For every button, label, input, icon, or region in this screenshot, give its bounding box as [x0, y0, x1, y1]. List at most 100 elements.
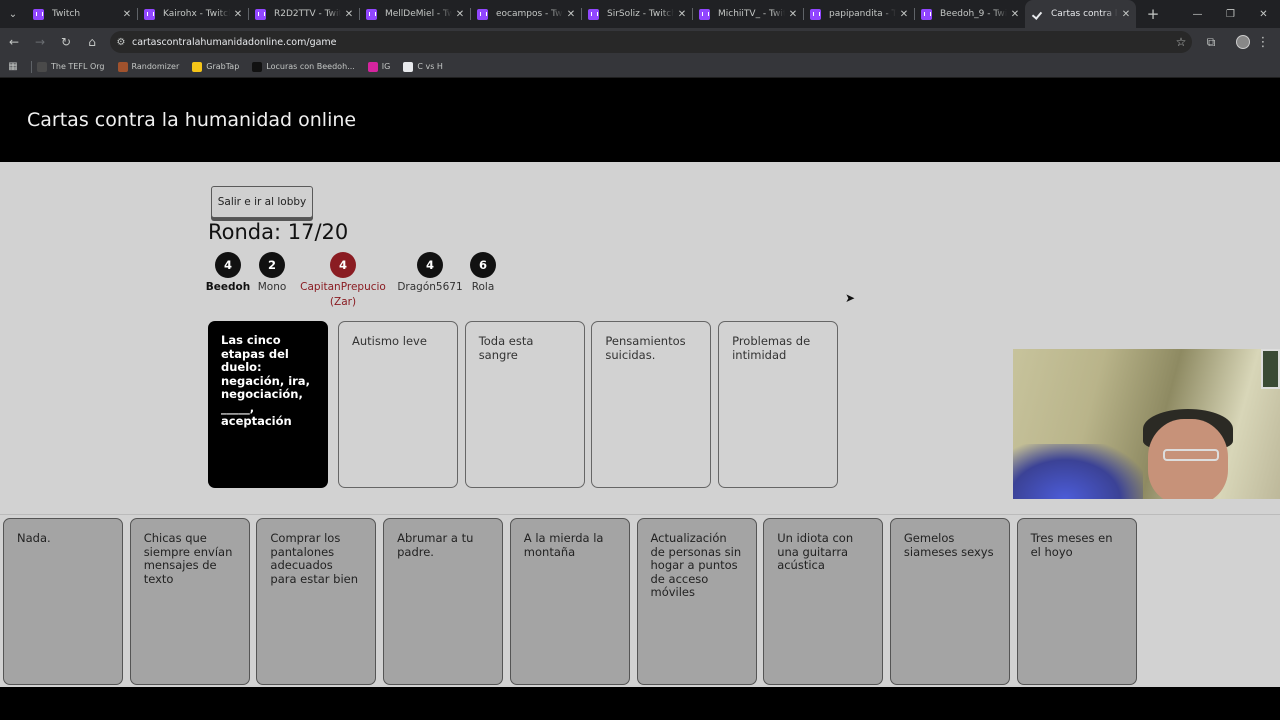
hand-divider [0, 514, 1280, 515]
player-name: Rola [471, 281, 495, 293]
url-text[interactable]: cartascontralahumanidadonline.com/game [132, 37, 1170, 48]
bookmark-favicon-icon [403, 61, 414, 72]
twitch-icon [33, 8, 44, 20]
played-white-card[interactable]: Toda esta sangre [464, 321, 585, 488]
bookmarks-divider [31, 60, 32, 73]
twitch-icon [699, 8, 710, 20]
tab-close-icon[interactable]: ✕ [1118, 9, 1134, 20]
bookmark-item[interactable]: IG [367, 61, 391, 72]
tab-close-icon[interactable]: ✕ [896, 9, 912, 20]
player: 6 Rola [470, 252, 496, 295]
forward-icon[interactable]: → [28, 30, 52, 54]
hand-white-card[interactable]: Actualización de personas sin hogar a pu… [636, 518, 757, 685]
tab-title: SirSoliz - Twitch [607, 9, 674, 19]
player-name: Mono [257, 281, 287, 293]
bookmark-label: IG [381, 62, 391, 71]
browser-tab[interactable]: SirSoliz - Twitch ✕ [581, 0, 692, 28]
tab-close-icon[interactable]: ✕ [785, 9, 801, 20]
twitch-icon [366, 8, 377, 20]
tab-title: R2D2TTV - Twitch [274, 9, 341, 19]
bookmark-favicon-icon [367, 61, 378, 72]
game-area: Salir e ir al lobby Ronda: 17/20 4 Beedoh… [0, 162, 1280, 687]
twitch-icon [588, 8, 599, 20]
hand-white-card[interactable]: Chicas que siempre envían mensajes de te… [129, 518, 250, 685]
black-card: Las cinco etapas del duelo: negación, ir… [208, 321, 328, 488]
round-counter: Ronda: 17/20 [208, 220, 349, 244]
bookmark-item[interactable]: Locuras con Beedoh... [252, 61, 355, 72]
minimize-icon[interactable]: — [1181, 9, 1214, 20]
browser-tab[interactable]: MellDeMiel - Twit✕ [359, 0, 470, 28]
exit-to-lobby-button[interactable]: Salir e ir al lobby [211, 186, 313, 218]
player: 4 Dragón5671 [397, 252, 463, 295]
site-info-icon[interactable]: ⚙ [110, 37, 132, 48]
tab-close-icon[interactable]: ✕ [119, 9, 135, 20]
bookmark-item[interactable]: The TEFL Org [37, 61, 105, 72]
bookmark-favicon-icon [117, 61, 128, 72]
tab-close-icon[interactable]: ✕ [674, 9, 690, 20]
tab-close-icon[interactable]: ✕ [1007, 9, 1023, 20]
player-name: CapitanPrepucio (Zar) [300, 281, 386, 308]
tab-title: Beedoh_9 - Twitc [940, 9, 1007, 19]
home-icon[interactable]: ⌂ [80, 30, 104, 54]
browser-tab-bar: ⌄ Twitch ✕ Kairohx - Twitch ✕ R2D2TTV - Twit… [0, 0, 1280, 28]
browser-tab[interactable]: Cartas contra la h✕ [1025, 0, 1136, 28]
browser-tab[interactable]: papipandita - Twi✕ [803, 0, 914, 28]
tab-search-icon[interactable]: ⌄ [0, 0, 26, 28]
tab-title: Cartas contra la h [1051, 9, 1118, 19]
player-score-badge: 4 [330, 252, 356, 278]
mouse-cursor: ➤ [845, 291, 856, 305]
tab-close-icon[interactable]: ✕ [341, 9, 357, 20]
address-bar[interactable]: ⚙ cartascontralahumanidadonline.com/game… [110, 31, 1192, 53]
browser-tab[interactable]: eocampos - Twitc✕ [470, 0, 581, 28]
browser-tab[interactable]: MichiiTV_ - Twitch✕ [692, 0, 803, 28]
played-white-card[interactable]: Problemas de intimidad [718, 321, 839, 488]
bookmark-item[interactable]: C vs H [403, 61, 443, 72]
webcam-overlay [1013, 349, 1280, 499]
site-title: Cartas contra la humanidad online [27, 109, 357, 131]
bookmark-favicon-icon [37, 61, 47, 72]
player-name: Beedoh [205, 281, 251, 293]
played-white-card[interactable]: Pensamientos suicidas. [591, 321, 712, 488]
bookmark-label: The TEFL Org [51, 62, 105, 71]
hand-white-card[interactable]: Un idiota con una guitarra acústica [763, 518, 884, 685]
back-icon[interactable]: ← [2, 30, 26, 54]
tab-title: MichiiTV_ - Twitch [718, 9, 785, 19]
close-window-icon[interactable]: ✕ [1247, 9, 1280, 20]
check-icon [1032, 9, 1043, 20]
restore-icon[interactable]: ❐ [1214, 9, 1247, 20]
profile-avatar[interactable] [1236, 35, 1250, 49]
new-tab-button[interactable]: + [1140, 5, 1166, 23]
bookmark-star-icon[interactable]: ☆ [1170, 35, 1192, 49]
hand-white-card[interactable]: Comprar los pantalones adecuados para es… [256, 518, 377, 685]
browser-tab[interactable]: Beedoh_9 - Twitc✕ [914, 0, 1025, 28]
bookmark-favicon-icon [252, 61, 263, 72]
reload-icon[interactable]: ↻ [54, 30, 78, 54]
tab-title: Kairohx - Twitch [163, 9, 230, 19]
hand-white-card[interactable]: A la mierda la montaña [509, 518, 630, 685]
browser-tab[interactable]: Kairohx - Twitch ✕ [137, 0, 248, 28]
bookmark-item[interactable]: Randomizer [117, 61, 179, 72]
tab-close-icon[interactable]: ✕ [230, 9, 246, 20]
extensions-icon[interactable]: ⧉ [1196, 35, 1226, 50]
hand-white-card[interactable]: Abrumar a tu padre. [383, 518, 504, 685]
twitch-icon [255, 8, 266, 20]
played-white-card[interactable]: Autismo leve [338, 321, 458, 488]
bookmark-label: C vs H [417, 62, 443, 71]
hand-white-card[interactable]: Gemelos siameses sexys [889, 518, 1010, 685]
bookmark-item[interactable]: GrabTap [192, 61, 239, 72]
tab-title: eocampos - Twitc [496, 9, 563, 19]
menu-icon[interactable]: ⋮ [1250, 35, 1276, 50]
window-controls: — ❐ ✕ [1181, 9, 1280, 20]
tab-close-icon[interactable]: ✕ [563, 9, 579, 20]
player-score-badge: 4 [417, 252, 443, 278]
hand-white-card[interactable]: Nada. [3, 518, 123, 685]
browser-tab[interactable]: R2D2TTV - Twitch✕ [248, 0, 359, 28]
tab-close-icon[interactable]: ✕ [452, 9, 468, 20]
apps-grid-icon[interactable]: ▦ [0, 61, 26, 72]
twitch-icon [810, 8, 821, 20]
tab-title: papipandita - Twi [829, 9, 896, 19]
player-czar: 4 CapitanPrepucio (Zar) [298, 252, 388, 310]
player: 4 Beedoh [205, 252, 251, 295]
browser-tab[interactable]: Twitch ✕ [26, 0, 137, 28]
hand-white-card[interactable]: Tres meses en el hoyo [1016, 518, 1137, 685]
